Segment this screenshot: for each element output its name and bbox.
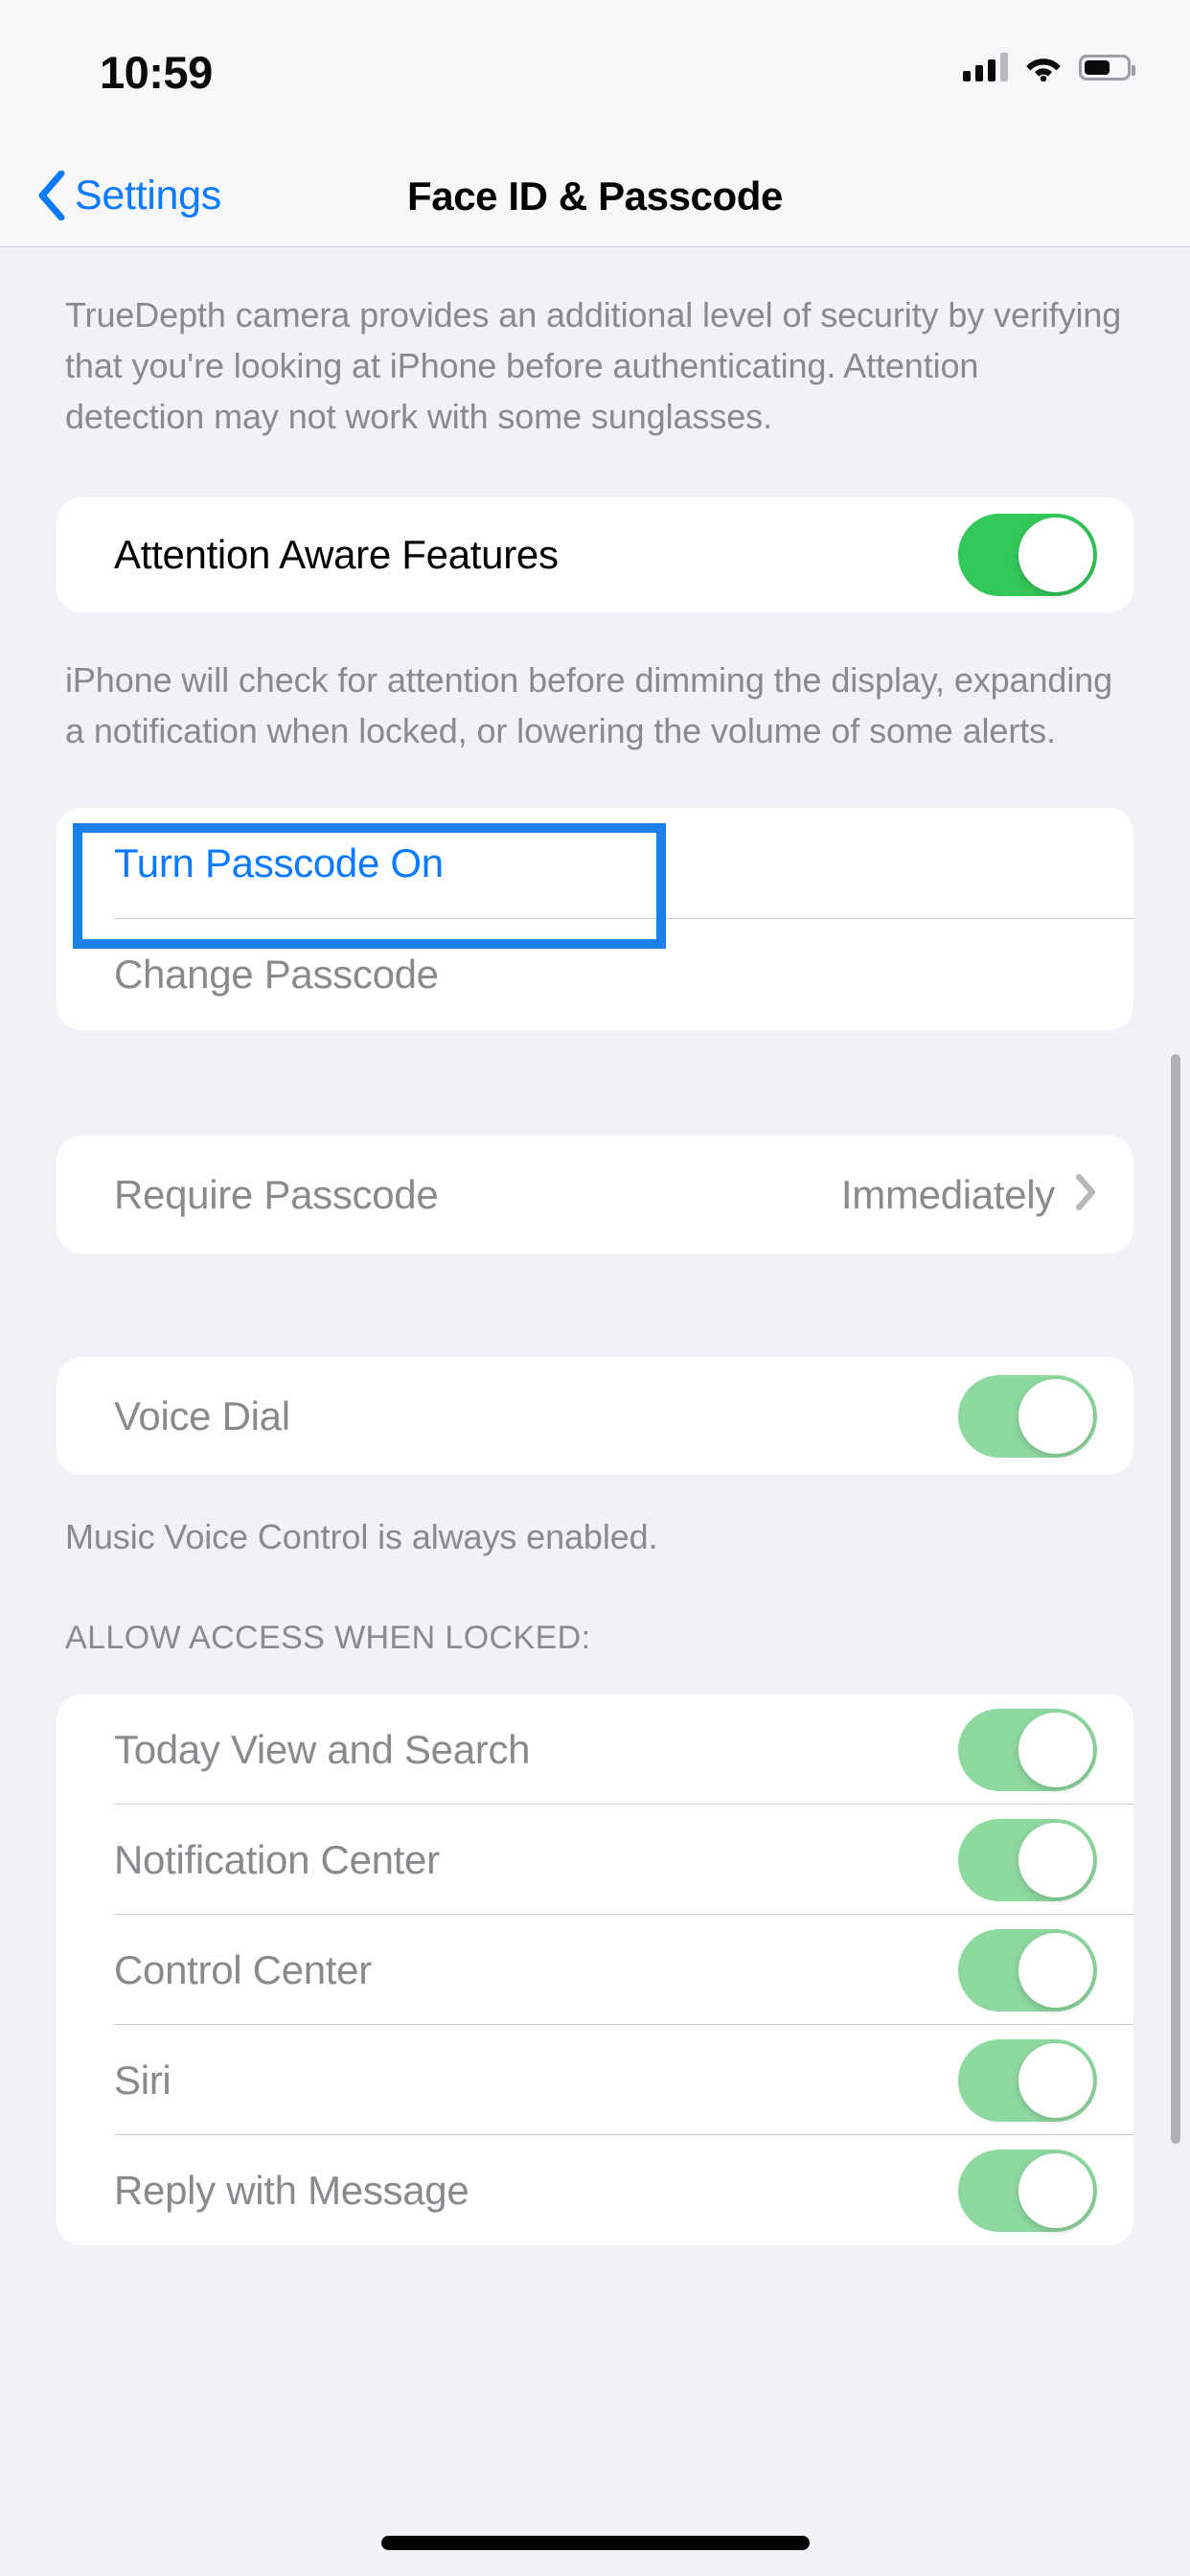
toggle-control-center[interactable] — [958, 1928, 1097, 2012]
toggle-reply-with-message[interactable] — [958, 2149, 1097, 2232]
row-label-siri: Siri — [114, 2057, 172, 2103]
allow-access-header: ALLOW ACCESS WHEN LOCKED: — [65, 1620, 591, 1656]
row-notification-center[interactable]: Notification Center — [57, 1805, 1133, 1915]
toggle-notification-center[interactable] — [958, 1818, 1097, 1901]
attention-footnote: iPhone will check for attention before d… — [65, 660, 1113, 750]
status-bar-clock: 10:59 — [100, 47, 213, 98]
row-require-passcode[interactable]: Require Passcode Immediately — [57, 1136, 1133, 1254]
row-reply-with-message[interactable]: Reply with Message — [57, 2135, 1133, 2245]
row-today-view-and-search[interactable]: Today View and Search — [57, 1694, 1133, 1805]
row-label-voice-dial: Voice Dial — [114, 1392, 290, 1438]
toggle-siri[interactable] — [958, 2038, 1097, 2122]
row-label-attention-aware-features: Attention Aware Features — [114, 532, 559, 577]
toggle-voice-dial[interactable] — [958, 1374, 1097, 1458]
page-title: Face ID & Passcode — [407, 173, 783, 218]
status-bar: 10:59 — [0, 0, 1190, 144]
row-siri[interactable]: Siri — [57, 2025, 1133, 2135]
row-control-center[interactable]: Control Center — [57, 1915, 1133, 2025]
row-label-require-passcode: Require Passcode — [114, 1171, 439, 1217]
battery-icon — [1079, 54, 1135, 80]
navigation-bar: Settings Face ID & Passcode — [0, 144, 1190, 247]
row-turn-passcode-on[interactable]: Turn Passcode On — [57, 808, 1133, 949]
allow-access-card: Today View and Search Notification Cente… — [57, 1694, 1133, 2245]
settings-scroll-view[interactable]: TrueDepth camera provides an additional … — [0, 248, 1190, 2576]
wifi-icon — [1024, 53, 1063, 82]
passcode-card: Turn Passcode On Change Passcode — [57, 808, 1133, 1030]
cellular-signal-icon — [963, 53, 1008, 81]
row-label-control-center: Control Center — [114, 1946, 372, 1992]
row-attention-aware-features[interactable]: Attention Aware Features — [57, 497, 1133, 612]
require-passcode-card: Require Passcode Immediately — [57, 1136, 1133, 1254]
row-label-reply-with-message: Reply with Message — [114, 2167, 469, 2213]
home-indicator — [381, 2536, 810, 2550]
chevron-right-icon — [1076, 1174, 1097, 1215]
row-change-passcode[interactable]: Change Passcode — [57, 919, 1133, 1030]
voice-dial-footnote: Music Voice Control is always enabled. — [65, 1517, 658, 1556]
voice-dial-card: Voice Dial — [57, 1357, 1133, 1475]
row-label-today-view-and-search: Today View and Search — [114, 1726, 531, 1772]
row-value-require-passcode: Immediately — [840, 1171, 1055, 1217]
truedepth-footnote: TrueDepth camera provides an additional … — [65, 295, 1122, 436]
status-bar-indicators — [963, 45, 1135, 89]
row-label-notification-center: Notification Center — [114, 1836, 440, 1882]
row-voice-dial[interactable]: Voice Dial — [57, 1357, 1133, 1475]
attention-aware-card: Attention Aware Features — [57, 497, 1133, 612]
row-label-change-passcode: Change Passcode — [114, 952, 439, 997]
toggle-attention-aware-features[interactable] — [958, 514, 1097, 596]
vertical-scrollbar[interactable] — [1171, 1054, 1180, 2144]
row-label-turn-passcode-on: Turn Passcode On — [114, 840, 444, 886]
toggle-today-view-and-search[interactable] — [958, 1708, 1097, 1791]
iphone-screen: 10:59 Settings Face ID & Passcode TrueDe… — [0, 0, 1190, 2576]
